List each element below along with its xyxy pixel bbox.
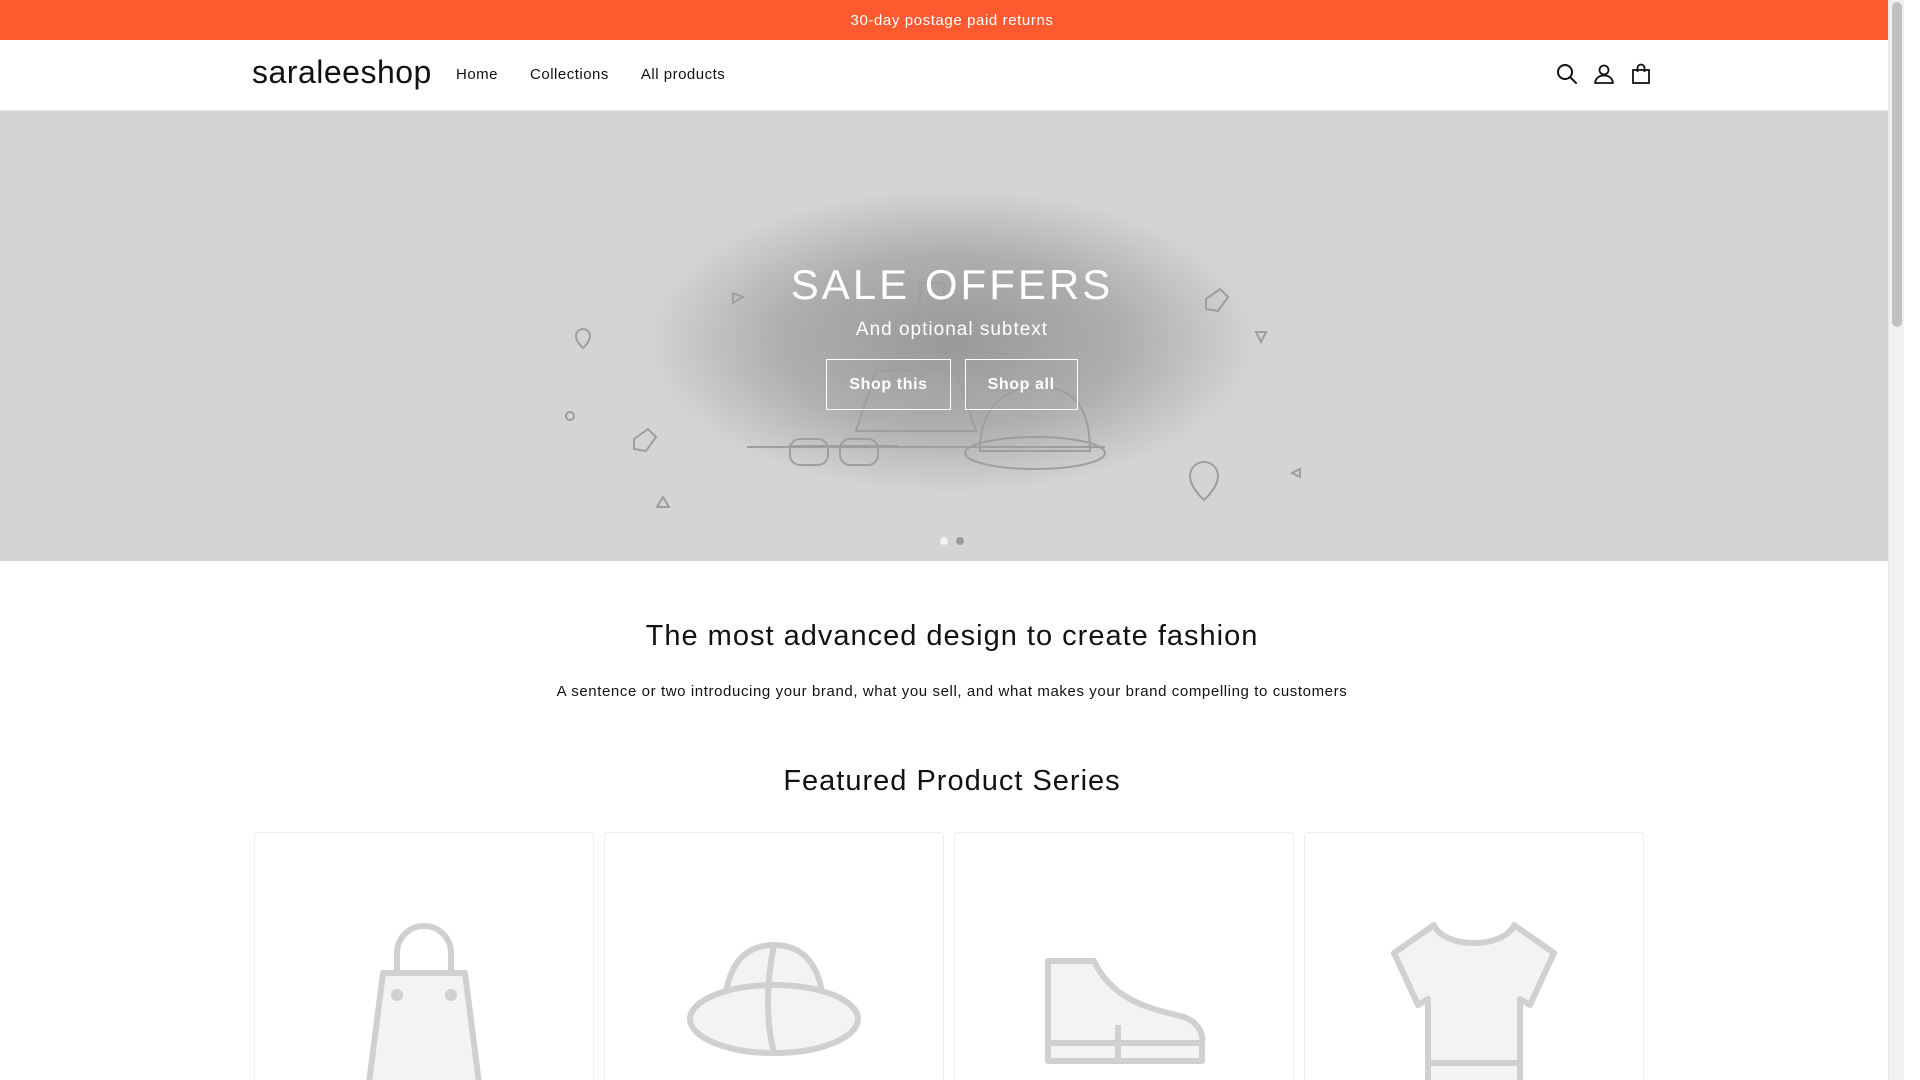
hero-buttons: Shop this Shop all: [652, 359, 1252, 410]
header-icons: [1555, 62, 1652, 85]
tshirt-icon: [1391, 922, 1557, 1080]
featured-cards: [254, 832, 1644, 1080]
hero-slideshow: SALE OFFERS And optional subtext Shop th…: [0, 111, 1904, 561]
site-header: saraleeshop Home Collections All product…: [0, 40, 1904, 111]
nav-link-home[interactable]: Home: [440, 66, 514, 83]
search-icon[interactable]: [1555, 62, 1578, 85]
store-logo[interactable]: saraleeshop: [252, 54, 432, 91]
slide-dots: [940, 537, 964, 545]
featured-title: Featured Product Series: [783, 765, 1121, 797]
product-card[interactable]: [604, 832, 944, 1080]
shop-all-button[interactable]: Shop all: [964, 359, 1078, 410]
brand-intro: The most advanced design to create fashi…: [0, 561, 1904, 700]
handbag-icon: [366, 923, 482, 1080]
hero-content: SALE OFFERS And optional subtext Shop th…: [652, 261, 1252, 410]
page-scrollbar[interactable]: [1888, 0, 1904, 1080]
slide-dot-1[interactable]: [940, 537, 948, 545]
announcement-bar: 30-day postage paid returns: [0, 0, 1904, 40]
product-card[interactable]: [1304, 832, 1644, 1080]
shop-this-button[interactable]: Shop this: [826, 359, 951, 410]
slide-dot-2[interactable]: [956, 537, 964, 545]
hat-icon: [687, 942, 861, 1056]
account-icon[interactable]: [1592, 62, 1615, 85]
main-nav: Home Collections All products: [440, 66, 741, 83]
hero-title: SALE OFFERS: [790, 261, 1114, 308]
nav-link-collections[interactable]: Collections: [514, 66, 625, 83]
product-card[interactable]: [954, 832, 1294, 1080]
intro-heading: The most advanced design to create fashi…: [645, 620, 1259, 652]
page: 30-day postage paid returns saraleeshop …: [0, 0, 1904, 1080]
announcement-text: 30-day postage paid returns: [850, 11, 1054, 29]
scrollbar-thumb[interactable]: [1892, 2, 1902, 327]
shoe-icon: [1045, 958, 1206, 1064]
hero-subtitle: And optional subtext: [855, 319, 1049, 340]
product-card[interactable]: [254, 832, 594, 1080]
cart-icon[interactable]: [1629, 62, 1652, 85]
nav-link-all-products[interactable]: All products: [625, 66, 741, 83]
intro-text: A sentence or two introducing your brand…: [556, 683, 1348, 700]
